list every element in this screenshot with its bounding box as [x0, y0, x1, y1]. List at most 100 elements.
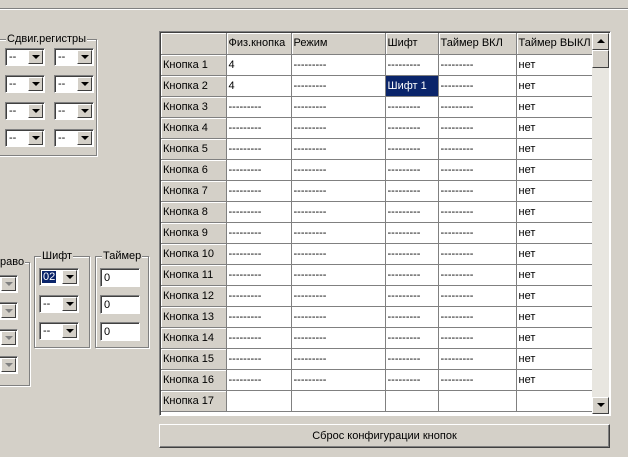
grid-cell[interactable]: ---------	[385, 348, 439, 370]
grid-cell[interactable]: ---------	[385, 222, 439, 244]
grid-cell[interactable]: ---------	[291, 285, 386, 307]
grid-cell[interactable]: ---------	[438, 54, 517, 76]
grid-row-header[interactable]: Кнопка 7	[161, 180, 227, 202]
chevron-down-icon[interactable]	[28, 104, 43, 118]
grid-cell[interactable]: нет	[516, 369, 594, 391]
grid-cell[interactable]: ---------	[438, 159, 517, 181]
grid-cell[interactable]: ---------	[438, 369, 517, 391]
grid-cell[interactable]: ---------	[438, 138, 517, 160]
grid-cell[interactable]: ---------	[385, 285, 439, 307]
grid-cell[interactable]: ---------	[385, 327, 439, 349]
grid-cell[interactable]: ---------	[291, 327, 386, 349]
scroll-up-button[interactable]	[592, 33, 609, 50]
right-combo-4[interactable]	[0, 356, 18, 374]
grid-cell[interactable]: ---------	[291, 75, 386, 97]
chevron-down-icon[interactable]	[28, 131, 43, 145]
grid-column-header[interactable]: Шифт	[385, 33, 439, 55]
grid-column-header[interactable]: Физ.кнопка	[226, 33, 292, 55]
shift-register-combo-3-2[interactable]: --	[54, 102, 94, 120]
grid-row-header[interactable]: Кнопка 4	[161, 117, 227, 139]
grid-cell[interactable]: ---------	[226, 327, 292, 349]
grid-cell[interactable]: нет	[516, 264, 594, 286]
right-combo-1[interactable]	[0, 275, 18, 293]
grid-cell[interactable]: ---------	[438, 96, 517, 118]
timer-input-3[interactable]: 0	[100, 322, 140, 341]
right-combo-3[interactable]	[0, 329, 18, 347]
grid-cell[interactable]: Шифт 1	[385, 75, 439, 97]
grid-cell[interactable]: ---------	[291, 54, 386, 76]
grid-cell[interactable]: ---------	[291, 159, 386, 181]
grid-cell[interactable]: нет	[516, 327, 594, 349]
scroll-thumb[interactable]	[592, 50, 609, 68]
grid-row-header[interactable]: Кнопка 17	[161, 390, 227, 412]
grid-cell[interactable]: ---------	[291, 96, 386, 118]
grid-row-header[interactable]: Кнопка 10	[161, 243, 227, 265]
grid-cell[interactable]: нет	[516, 117, 594, 139]
chevron-down-icon[interactable]	[77, 104, 92, 118]
grid-cell[interactable]: нет	[516, 222, 594, 244]
shift-register-combo-4-2[interactable]: --	[54, 129, 94, 147]
grid-cell[interactable]: ---------	[438, 348, 517, 370]
chevron-down-icon[interactable]	[62, 324, 77, 338]
grid-cell[interactable]: ---------	[385, 369, 439, 391]
chevron-down-icon[interactable]	[28, 77, 43, 91]
grid-row-header[interactable]: Кнопка 9	[161, 222, 227, 244]
chevron-down-icon[interactable]	[28, 50, 43, 64]
grid-cell[interactable]: ---------	[226, 117, 292, 139]
shift-register-combo-3-1[interactable]: --	[5, 102, 45, 120]
grid-cell[interactable]: ---------	[385, 96, 439, 118]
grid-vertical-scrollbar[interactable]	[592, 33, 609, 414]
shift-register-combo-2-1[interactable]: --	[5, 75, 45, 93]
grid-cell[interactable]	[438, 390, 517, 412]
grid-cell[interactable]: ---------	[385, 264, 439, 286]
grid-cell[interactable]: ---------	[226, 222, 292, 244]
grid-cell[interactable]: ---------	[226, 159, 292, 181]
grid-cell[interactable]: ---------	[385, 243, 439, 265]
grid-cell[interactable]: ---------	[291, 117, 386, 139]
grid-column-header[interactable]: Таймер ВКЛ	[438, 33, 517, 55]
shift-combo-1[interactable]: 02	[39, 268, 79, 286]
shift-combo-3[interactable]: --	[39, 322, 79, 340]
grid-cell[interactable]	[291, 390, 386, 412]
chevron-down-icon[interactable]	[77, 50, 92, 64]
grid-row-header[interactable]: Кнопка 13	[161, 306, 227, 328]
chevron-down-icon[interactable]	[77, 131, 92, 145]
grid-cell[interactable]: ---------	[438, 306, 517, 328]
scroll-down-button[interactable]	[592, 397, 609, 414]
grid-cell[interactable]: нет	[516, 201, 594, 223]
chevron-down-icon[interactable]	[62, 270, 77, 284]
grid-cell[interactable]: нет	[516, 180, 594, 202]
grid-cell[interactable]: ---------	[385, 117, 439, 139]
grid-cell[interactable]: ---------	[226, 243, 292, 265]
grid-cell[interactable]: нет	[516, 54, 594, 76]
grid-cell[interactable]: нет	[516, 138, 594, 160]
right-combo-2[interactable]	[0, 302, 18, 320]
grid-cell[interactable]: ---------	[438, 75, 517, 97]
grid-row-header[interactable]: Кнопка 12	[161, 285, 227, 307]
grid-row-header[interactable]: Кнопка 5	[161, 138, 227, 160]
grid-cell[interactable]: нет	[516, 285, 594, 307]
chevron-down-icon[interactable]	[62, 297, 77, 311]
grid-corner-header[interactable]	[161, 33, 227, 55]
grid-column-header[interactable]: Режим	[291, 33, 386, 55]
grid-cell[interactable]: нет	[516, 348, 594, 370]
grid-cell[interactable]: ---------	[438, 180, 517, 202]
grid-cell[interactable]: ---------	[226, 285, 292, 307]
chevron-down-icon[interactable]	[77, 77, 92, 91]
grid-cell[interactable]	[226, 390, 292, 412]
grid-row-header[interactable]: Кнопка 15	[161, 348, 227, 370]
grid-cell[interactable]: нет	[516, 96, 594, 118]
grid-cell[interactable]	[385, 390, 439, 412]
grid-cell[interactable]: 4	[226, 75, 292, 97]
shift-register-combo-1-2[interactable]: --	[54, 48, 94, 66]
grid-cell[interactable]: ---------	[291, 201, 386, 223]
grid-cell[interactable]: нет	[516, 75, 594, 97]
grid-cell[interactable]	[516, 390, 594, 412]
grid-row-header[interactable]: Кнопка 11	[161, 264, 227, 286]
grid-cell[interactable]: ---------	[438, 327, 517, 349]
grid-cell[interactable]: ---------	[438, 264, 517, 286]
grid-cell[interactable]: ---------	[438, 285, 517, 307]
grid-cell[interactable]: ---------	[385, 180, 439, 202]
grid-row-header[interactable]: Кнопка 14	[161, 327, 227, 349]
grid-cell[interactable]: ---------	[291, 222, 386, 244]
